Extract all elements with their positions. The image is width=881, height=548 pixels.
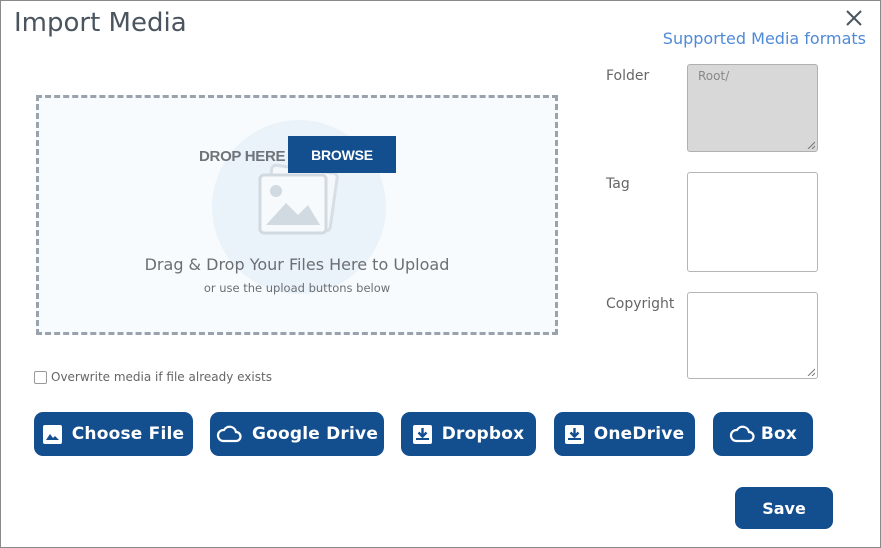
folder-field: Root/ xyxy=(687,64,818,152)
drag-drop-text: Drag & Drop Your Files Here to Upload xyxy=(144,255,450,274)
folder-label: Folder xyxy=(606,68,650,84)
choose-file-button[interactable]: Choose File xyxy=(34,412,193,456)
google-drive-label: Google Drive xyxy=(251,424,379,444)
drag-drop-subtext: or use the upload buttons below xyxy=(203,281,391,295)
drop-here-label: DROP HERE xyxy=(199,148,286,165)
copyright-label: Copyright xyxy=(606,296,675,312)
browse-button[interactable]: BROWSE xyxy=(288,136,396,173)
dropbox-label: Dropbox xyxy=(441,424,525,444)
resize-grip-icon xyxy=(807,141,815,149)
google-drive-button[interactable]: Google Drive xyxy=(210,412,384,456)
image-icon xyxy=(42,424,62,444)
download-box-icon xyxy=(564,424,584,444)
resize-grip-icon xyxy=(807,368,815,376)
save-button[interactable]: Save xyxy=(735,487,833,529)
close-icon xyxy=(846,10,862,26)
copyright-field[interactable] xyxy=(687,292,818,379)
cloud-icon xyxy=(729,425,755,443)
dropbox-button[interactable]: Dropbox xyxy=(401,412,536,456)
box-button[interactable]: Box xyxy=(713,412,813,456)
folder-value: Root/ xyxy=(698,69,730,83)
onedrive-button[interactable]: OneDrive xyxy=(554,412,695,456)
tag-field[interactable] xyxy=(687,172,818,272)
dialog-title: Import Media xyxy=(14,8,187,38)
close-button[interactable] xyxy=(844,8,864,28)
cloud-icon xyxy=(216,425,242,443)
tag-label: Tag xyxy=(606,176,630,192)
onedrive-label: OneDrive xyxy=(593,424,685,444)
box-label: Box xyxy=(760,424,798,444)
supported-formats-link[interactable]: Supported Media formats xyxy=(663,29,866,48)
overwrite-checkbox[interactable] xyxy=(34,370,47,384)
overwrite-option[interactable]: Overwrite media if file already exists xyxy=(34,370,272,384)
drop-zone[interactable]: DROP HERE BROWSE Drag & Drop Your Files … xyxy=(36,95,558,335)
import-media-dialog: Import Media Supported Media formats DRO… xyxy=(0,0,881,548)
choose-file-label: Choose File xyxy=(71,424,185,444)
overwrite-label: Overwrite media if file already exists xyxy=(51,370,272,384)
image-placeholder-icon xyxy=(258,163,339,235)
download-box-icon xyxy=(412,424,432,444)
